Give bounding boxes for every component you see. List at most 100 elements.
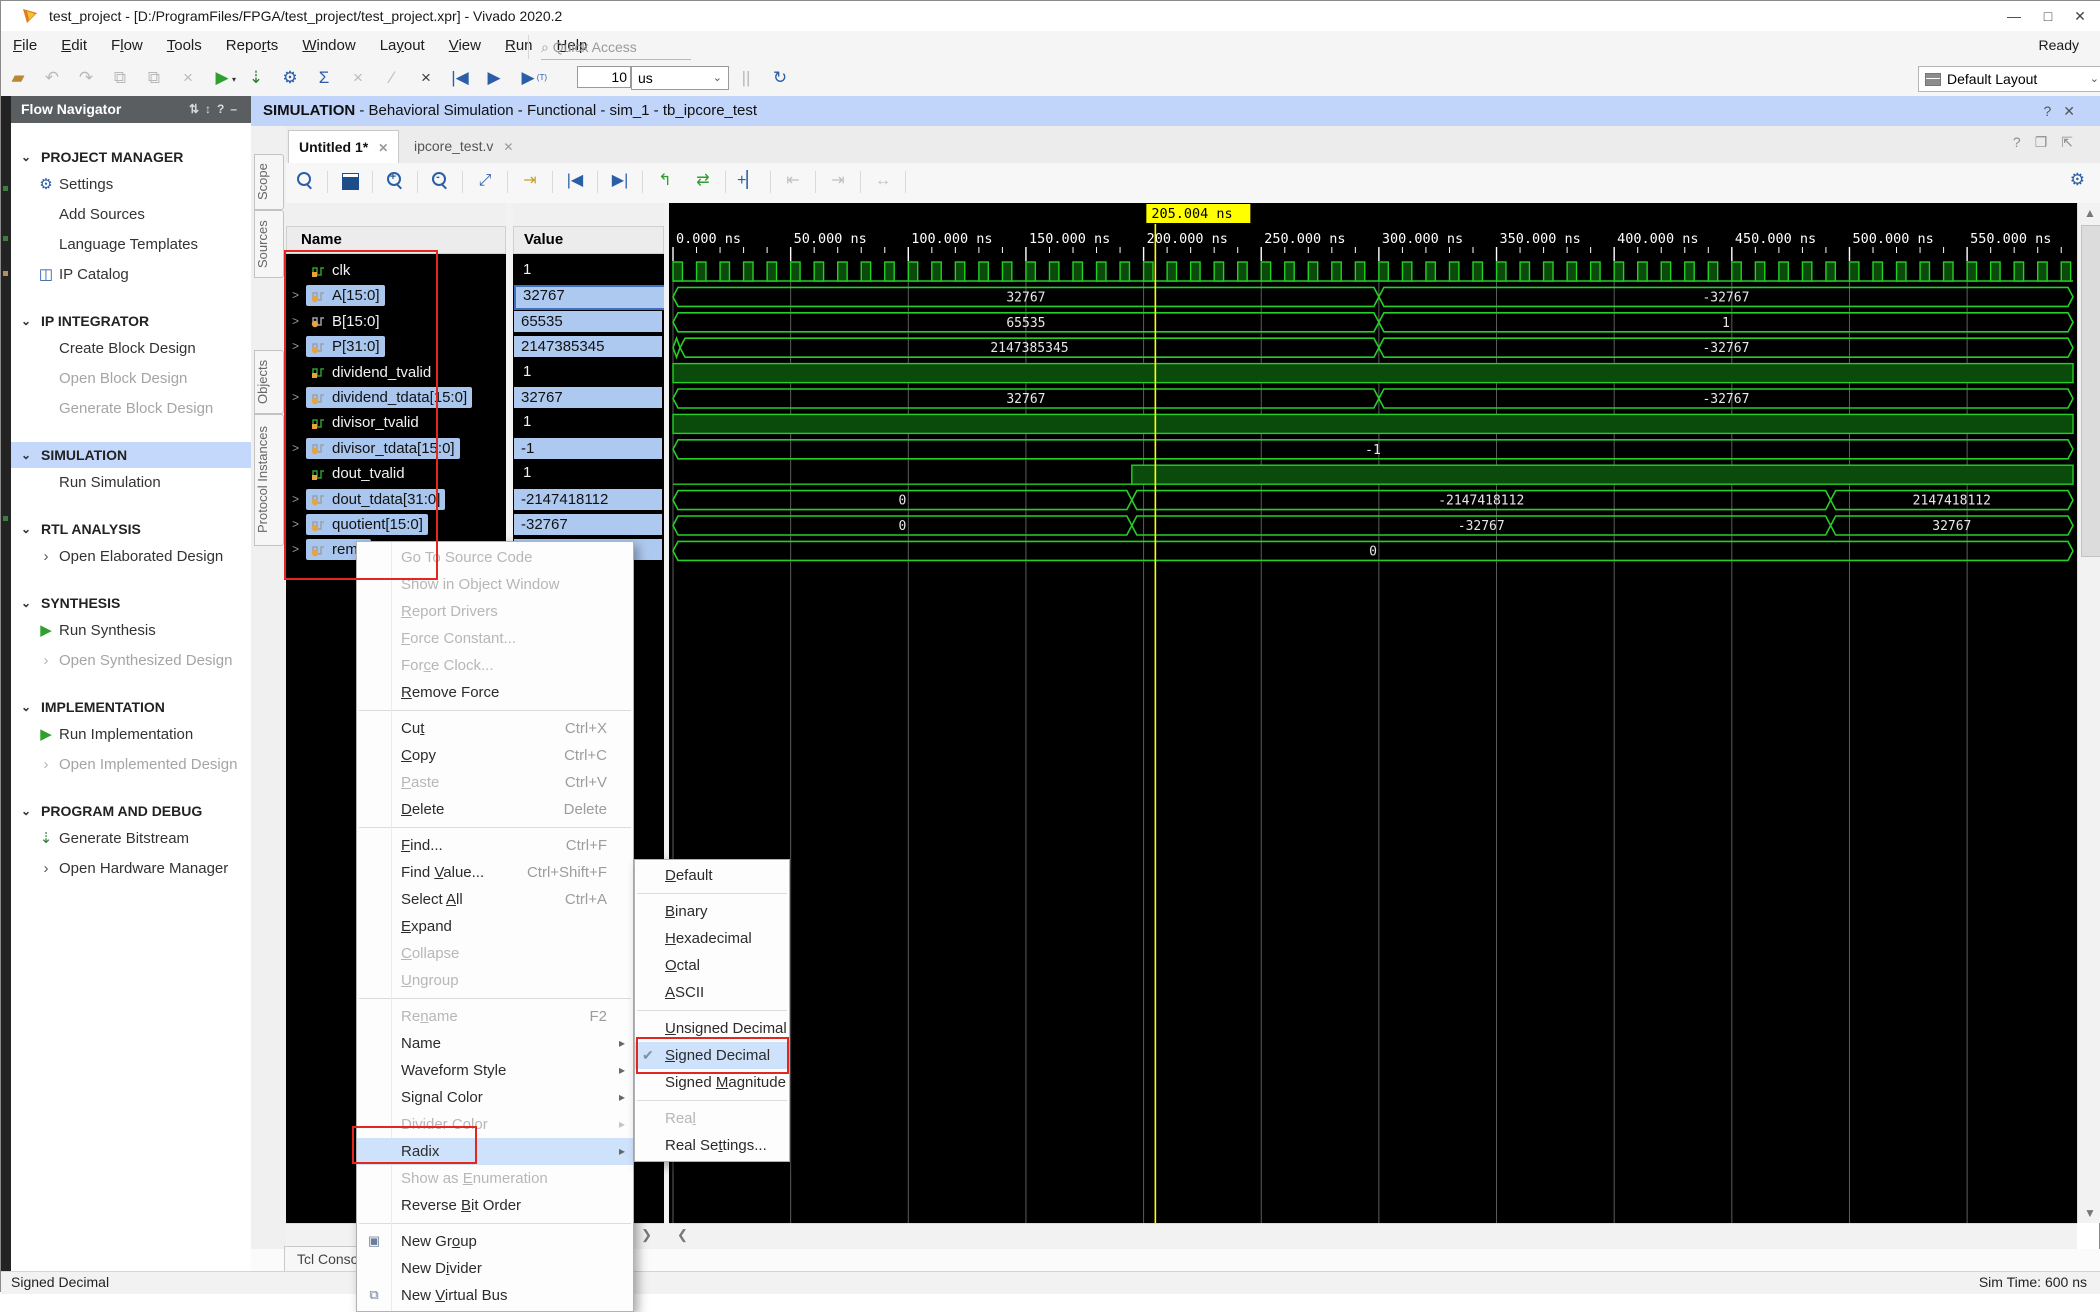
redo-icon[interactable]: ↷ xyxy=(75,66,97,90)
undo-icon[interactable]: ↶ xyxy=(41,66,63,90)
flow-item-generate-block-design[interactable]: Generate Block Design xyxy=(11,394,251,424)
flow-item-create-block-design[interactable]: Create Block Design xyxy=(11,334,251,364)
tab-ipcore-test[interactable]: ipcore_test.v✕ xyxy=(404,130,523,163)
flow-section-synthesis[interactable]: ⌄SYNTHESIS xyxy=(11,590,251,616)
flow-item-generate-bitstream[interactable]: ⇣Generate Bitstream xyxy=(11,824,251,854)
close-button[interactable]: ✕ xyxy=(2065,5,2095,27)
swap-ends-icon[interactable]: ↰ xyxy=(654,170,676,192)
flow-item-ip-catalog[interactable]: ◫IP Catalog xyxy=(11,260,251,290)
open-recent-project-icon[interactable]: ▰ xyxy=(7,66,29,90)
flow-item-add-sources[interactable]: Add Sources xyxy=(11,200,251,230)
menu-tools[interactable]: Tools xyxy=(155,31,214,60)
next-transition-icon[interactable]: ▶| xyxy=(609,170,631,192)
relaunch-icon[interactable]: ↻ xyxy=(769,66,791,90)
context-menu-item-new-virtual-bus[interactable]: ⧉New Virtual Bus xyxy=(357,1282,633,1309)
close-icon[interactable]: ✕ xyxy=(378,141,388,155)
run-button-icon[interactable]: ▶▾ xyxy=(211,66,233,90)
tab-strip-icons[interactable]: ?❐⇱ xyxy=(2013,134,2087,151)
flow-item-settings[interactable]: ⚙Settings xyxy=(11,170,251,200)
tab-untitled-1[interactable]: Untitled 1*✕ xyxy=(288,130,399,164)
signal-row-b-15-0[interactable]: >B[15:0] xyxy=(286,310,506,335)
flow-item-open-hardware-manager[interactable]: ›Open Hardware Manager xyxy=(11,854,251,884)
context-menu-item-select-all[interactable]: Select AllCtrl+A xyxy=(357,886,633,913)
flow-item-open-synthesized-design[interactable]: ›Open Synthesized Design xyxy=(11,646,251,676)
radix-option-real-settings[interactable]: Real Settings... xyxy=(635,1132,789,1159)
wave-horizontal-scrollbar[interactable]: ❮ xyxy=(669,1223,2077,1250)
scrollbar-thumb[interactable] xyxy=(2081,225,2100,557)
menu-edit[interactable]: Edit xyxy=(49,31,99,60)
flow-section-implementation[interactable]: ⌄IMPLEMENTATION xyxy=(11,694,251,720)
signal-row-clk[interactable]: clk xyxy=(286,259,506,284)
context-menu-item-new-divider[interactable]: New Divider xyxy=(357,1255,633,1282)
paste-icon[interactable]: ⧉ xyxy=(143,66,165,90)
zoom-out-icon[interactable]: - xyxy=(429,170,451,192)
pause-icon[interactable]: || xyxy=(735,66,757,90)
context-menu-item-new-group[interactable]: ▣New Group xyxy=(357,1228,633,1255)
expand-icon[interactable]: > xyxy=(292,314,299,328)
expand-icon[interactable]: > xyxy=(292,339,299,353)
flow-item-open-block-design[interactable]: Open Block Design xyxy=(11,364,251,394)
quick-access-input[interactable]: ⌕ Quick Access xyxy=(541,35,691,60)
radix-option-default[interactable]: Default xyxy=(635,862,789,889)
run-for-time-icon[interactable]: ▶(T) xyxy=(517,66,539,90)
signal-row-dout-tvalid[interactable]: dout_tvalid xyxy=(286,462,506,487)
menu-window[interactable]: Window xyxy=(290,31,367,60)
generate-bitstream-icon[interactable]: ⇣ xyxy=(245,66,267,90)
radix-option-unsigned-decimal[interactable]: Unsigned Decimal xyxy=(635,1015,789,1042)
signal-row-divisor-tvalid[interactable]: divisor_tvalid xyxy=(286,411,506,436)
expand-icon[interactable]: > xyxy=(292,288,299,302)
scroll-down-icon[interactable]: ▼ xyxy=(2078,1203,2100,1223)
edit-waveform-icon[interactable]: ⁄ xyxy=(381,66,403,90)
menu-run[interactable]: Run xyxy=(493,31,545,60)
flow-item-open-implemented-design[interactable]: ›Open Implemented Design xyxy=(11,750,251,780)
menu-reports[interactable]: Reports xyxy=(214,31,291,60)
zoom-to-cursor-icon[interactable]: ⇥ xyxy=(519,170,541,192)
flow-item-run-synthesis[interactable]: ▶Run Synthesis xyxy=(11,616,251,646)
time-unit-select[interactable]: us⌄ xyxy=(631,66,729,90)
radix-option-signed-decimal[interactable]: ✔Signed Decimal xyxy=(635,1042,789,1069)
signal-row-dividend-tvalid[interactable]: dividend_tvalid xyxy=(286,361,506,386)
scroll-up-icon[interactable]: ▲ xyxy=(2078,203,2100,223)
flow-section-project-manager[interactable]: ⌄PROJECT MANAGER xyxy=(11,144,251,170)
swap-markers-icon[interactable]: ↔ xyxy=(872,170,894,192)
signal-row-a-15-0[interactable]: >A[15:0] xyxy=(286,284,506,309)
context-menu-item-radix[interactable]: Radix▸ xyxy=(357,1138,633,1165)
clear-breakpoints-icon[interactable]: × xyxy=(415,66,437,90)
radix-option-hexadecimal[interactable]: Hexadecimal xyxy=(635,925,789,952)
expand-icon[interactable]: > xyxy=(292,542,299,556)
expand-icon[interactable]: > xyxy=(292,492,299,506)
flow-section-ip-integrator[interactable]: ⌄IP INTEGRATOR xyxy=(11,308,251,334)
flow-item-run-implementation[interactable]: ▶Run Implementation xyxy=(11,720,251,750)
radix-option-binary[interactable]: Binary xyxy=(635,898,789,925)
expand-icon[interactable]: > xyxy=(292,517,299,531)
menu-view[interactable]: View xyxy=(437,31,493,60)
signal-row-dout-tdata-31-0[interactable]: >dout_tdata[31:0] xyxy=(286,488,506,513)
save-waveform-icon[interactable] xyxy=(339,170,361,192)
context-menu-item-find[interactable]: Find...Ctrl+F xyxy=(357,832,633,859)
scroll-left-icon[interactable]: ❮ xyxy=(677,1227,688,1243)
expand-icon[interactable]: > xyxy=(292,390,299,404)
delete-icon[interactable]: × xyxy=(177,66,199,90)
side-tab-sources[interactable]: Sources xyxy=(254,210,284,278)
minimize-button[interactable]: — xyxy=(1999,5,2029,27)
scroll-right-icon[interactable]: ❯ xyxy=(641,1227,652,1243)
flow-navigator-header-icons[interactable]: ⇅↕?– xyxy=(189,96,243,123)
context-menu-item-waveform-style[interactable]: Waveform Style▸ xyxy=(357,1057,633,1084)
context-menu-item-copy[interactable]: CopyCtrl+C xyxy=(357,742,633,769)
expand-icon[interactable]: > xyxy=(292,441,299,455)
report-sigma-icon[interactable]: Σ xyxy=(313,66,335,90)
context-menu-item-find-value[interactable]: Find Value...Ctrl+Shift+F xyxy=(357,859,633,886)
flow-section-program-and-debug[interactable]: ⌄PROGRAM AND DEBUG xyxy=(11,798,251,824)
side-tab-protocol-instances[interactable]: Protocol Instances xyxy=(254,414,284,546)
flow-section-simulation[interactable]: ⌄SIMULATION xyxy=(11,442,251,468)
add-marker-icon[interactable]: +▏ xyxy=(737,170,759,192)
search-icon[interactable] xyxy=(294,170,316,192)
settings-gear-icon[interactable]: ⚙ xyxy=(279,66,301,90)
waveform-settings-gear-icon[interactable]: ⚙ xyxy=(2070,170,2085,190)
flow-item-language-templates[interactable]: Language Templates xyxy=(11,230,251,260)
run-time-input[interactable] xyxy=(577,66,631,88)
signal-row-quotient-15-0[interactable]: >quotient[15:0] xyxy=(286,513,506,538)
signal-row-dividend-tdata-15-0[interactable]: >dividend_tdata[15:0] xyxy=(286,386,506,411)
signal-row-divisor-tdata-15-0[interactable]: >divisor_tdata[15:0] xyxy=(286,437,506,462)
context-menu-item-name[interactable]: Name▸ xyxy=(357,1030,633,1057)
